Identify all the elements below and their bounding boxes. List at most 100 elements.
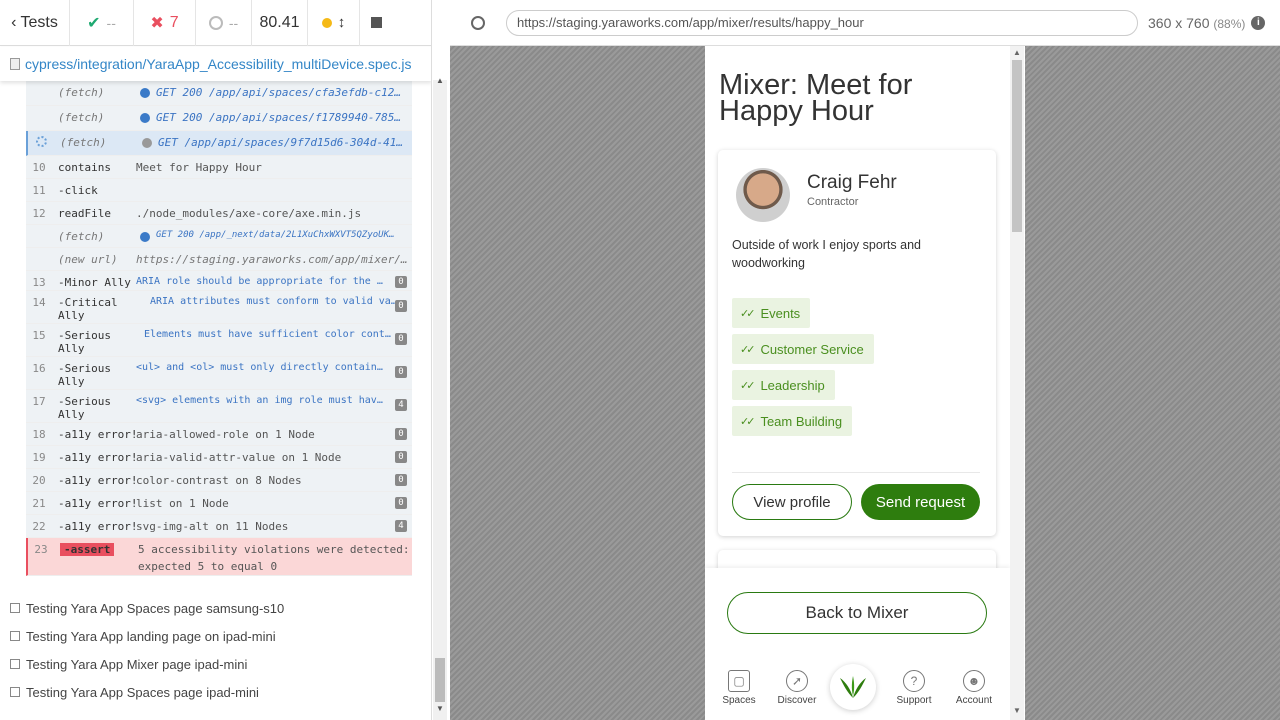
element-count-badge: 4 <box>395 520 407 532</box>
duration: 80.41 <box>252 0 308 46</box>
nav-label: Support <box>896 695 932 706</box>
command-row[interactable]: 13 -Minor Ally ARIA role should be appropr… <box>26 271 412 291</box>
nav-account[interactable]: ☻ Account <box>946 670 1002 706</box>
command-number: 16 <box>32 362 46 375</box>
command-number: 14 <box>32 296 46 309</box>
command-row[interactable]: 18 -a11y error! aria-allowed-role on 1 Nod… <box>26 423 412 446</box>
command-message: <svg> elements with an img role must hav… <box>136 395 386 406</box>
command-name: (new url) <box>58 253 118 266</box>
back-to-mixer-button[interactable]: Back to Mixer <box>727 592 987 634</box>
pending-value: -- <box>228 14 239 31</box>
command-number: 13 <box>32 276 46 289</box>
command-row[interactable]: 11 -click <box>26 179 412 202</box>
double-check-icon: ✓✓ <box>740 415 756 428</box>
command-name: -Serious <box>58 395 111 408</box>
command-row[interactable]: (fetch) GET 200 /app/_next/data/2L1XuChxW… <box>26 225 412 248</box>
command-name: -a11y error! <box>58 497 138 510</box>
command-name: -Minor Ally <box>58 276 131 289</box>
pending-count[interactable]: -- <box>196 0 252 46</box>
element-count-badge: 0 <box>395 333 407 345</box>
nav-discover[interactable]: ➚ Discover <box>769 670 825 706</box>
bottom-panel: Back to Mixer ▢ Spaces ➚ Discover ? Supp… <box>705 568 1010 720</box>
command-number: 12 <box>32 207 46 220</box>
scrollbar-thumb[interactable] <box>1012 60 1022 232</box>
url-field[interactable]: https://staging.yaraworks.com/app/mixer/… <box>506 9 1138 36</box>
send-request-button[interactable]: Send request <box>861 484 980 520</box>
scroll-down-arrow-icon[interactable]: ▼ <box>436 704 444 713</box>
command-row[interactable]: 16 -Serious Ally <ul> and <ol> must only di… <box>26 357 412 390</box>
command-row[interactable]: 17 -Serious Ally <svg> elements with an img… <box>26 390 412 423</box>
aut-header: https://staging.yaraworks.com/app/mixer/… <box>450 0 1280 46</box>
command-message: ARIA role should be appropriate for the … <box>136 276 386 287</box>
command-row[interactable]: 10 contains Meet for Happy Hour <box>26 156 412 179</box>
user-icon: ☻ <box>963 670 985 692</box>
app-viewport: Mixer: Meet for Happy Hour Craig Fehr Co… <box>705 46 1025 720</box>
element-count-badge: 0 <box>395 451 407 463</box>
status-dot-icon <box>142 138 152 148</box>
test-item[interactable]: Testing Yara App Mixer page ipad-mini <box>10 650 284 678</box>
stop-icon <box>370 17 382 28</box>
command-row[interactable]: (fetch) GET /app/api/spaces/9f7d15d6-304d… <box>26 131 412 156</box>
command-message: svg-img-alt on 11 Nodes <box>136 520 289 533</box>
command-name: -Serious <box>58 362 111 375</box>
command-row[interactable]: 21 -a11y error! list on 1 Node 0 <box>26 492 412 515</box>
test-item[interactable]: Testing Yara App landing page on ipad-mi… <box>10 622 284 650</box>
pending-square-icon <box>10 659 20 669</box>
command-name-line2: Ally <box>58 408 85 421</box>
command-name: -a11y error! <box>58 520 138 533</box>
failed-value: 7 <box>169 13 179 31</box>
view-profile-button[interactable]: View profile <box>732 484 852 520</box>
command-row[interactable]: (fetch) GET 200 /app/api/spaces/f1789940-… <box>26 106 412 131</box>
viewport-size: 360 x 760 (88%) <box>1148 15 1245 31</box>
command-row[interactable]: 23 -assert 5 accessibility violations were… <box>26 538 412 576</box>
nav-label: Account <box>955 695 993 706</box>
command-row[interactable]: (new url) https://staging.yaraworks.com/a… <box>26 248 412 271</box>
passed-count[interactable]: ✔ -- <box>70 0 134 46</box>
check-icon: ✔ <box>87 14 101 32</box>
spec-file-bar[interactable]: cypress/integration/YaraApp_Accessibilit… <box>0 47 431 81</box>
scroll-up-arrow-icon[interactable]: ▲ <box>436 76 444 85</box>
test-item[interactable]: Testing Yara App Spaces page ipad-mini <box>10 678 284 706</box>
command-message: list on 1 Node <box>136 497 229 510</box>
status-dot-icon <box>140 88 150 98</box>
scrollbar-thumb[interactable] <box>435 658 445 702</box>
scroll-up-arrow-icon[interactable]: ▲ <box>1013 48 1021 57</box>
passed-value: -- <box>106 14 116 31</box>
nav-support[interactable]: ? Support <box>886 670 942 706</box>
command-message: <ul> and <ol> must only directly contain… <box>136 362 386 373</box>
autoscroll-toggle[interactable]: ↕ <box>308 0 360 46</box>
nav-spaces[interactable]: ▢ Spaces <box>711 670 767 706</box>
info-icon[interactable]: i <box>1251 15 1266 30</box>
command-row[interactable]: 12 readFile ./node_modules/axe-core/axe.mi… <box>26 202 412 225</box>
command-row[interactable]: 14 -Critical Ally ARIA attributes must conf… <box>26 291 412 324</box>
command-row[interactable]: 20 -a11y error! color-contrast on 8 Nodes 0 <box>26 469 412 492</box>
element-count-badge: 4 <box>395 399 407 411</box>
command-row[interactable]: 19 -a11y error! aria-valid-attr-value on 1… <box>26 446 412 469</box>
command-log: (fetch) GET 200 /app/api/spaces/cfa3efdb-… <box>26 81 412 576</box>
command-name: contains <box>58 161 111 174</box>
app-scrollbar[interactable]: ▲ ▼ <box>1010 46 1024 720</box>
command-message: https://staging.yaraworks.com/app/mixer/… <box>136 253 408 266</box>
back-to-tests-button[interactable]: ‹ Tests <box>0 0 70 46</box>
failed-count[interactable]: ✖ 7 <box>134 0 196 46</box>
command-message: GET 200 /app/api/spaces/f1789940-785… <box>156 111 402 124</box>
stop-button[interactable] <box>360 0 392 46</box>
command-message: aria-valid-attr-value on 1 Node <box>136 451 342 464</box>
nav-label: Discover <box>777 695 817 706</box>
tag-label: Team Building <box>760 413 843 429</box>
command-message: ARIA attributes must conform to valid va… <box>150 296 400 307</box>
command-row[interactable]: (fetch) GET 200 /app/api/spaces/cfa3efdb-… <box>26 81 412 106</box>
yara-leaf-icon <box>840 676 866 698</box>
test-item[interactable]: Testing Yara App Spaces page samsung-s10 <box>10 594 284 622</box>
selector-playground-button[interactable] <box>450 15 506 30</box>
command-message: GET /app/api/spaces/9f7d15d6-304d-41… <box>158 136 404 149</box>
command-message: GET 200 /app/api/spaces/cfa3efdb-c12… <box>156 86 402 99</box>
element-count-badge: 0 <box>395 428 407 440</box>
vertical-arrows-icon: ↕ <box>337 14 346 31</box>
command-row[interactable]: 15 -Serious Ally Elements must have suffici… <box>26 324 412 357</box>
tag-label: Leadership <box>760 377 825 393</box>
home-logo-button[interactable] <box>830 664 876 710</box>
reporter-scrollbar[interactable]: ▲ ▼ <box>433 76 447 720</box>
command-row[interactable]: 22 -a11y error! svg-img-alt on 11 Nodes 4 <box>26 515 412 538</box>
scroll-down-arrow-icon[interactable]: ▼ <box>1013 706 1021 715</box>
